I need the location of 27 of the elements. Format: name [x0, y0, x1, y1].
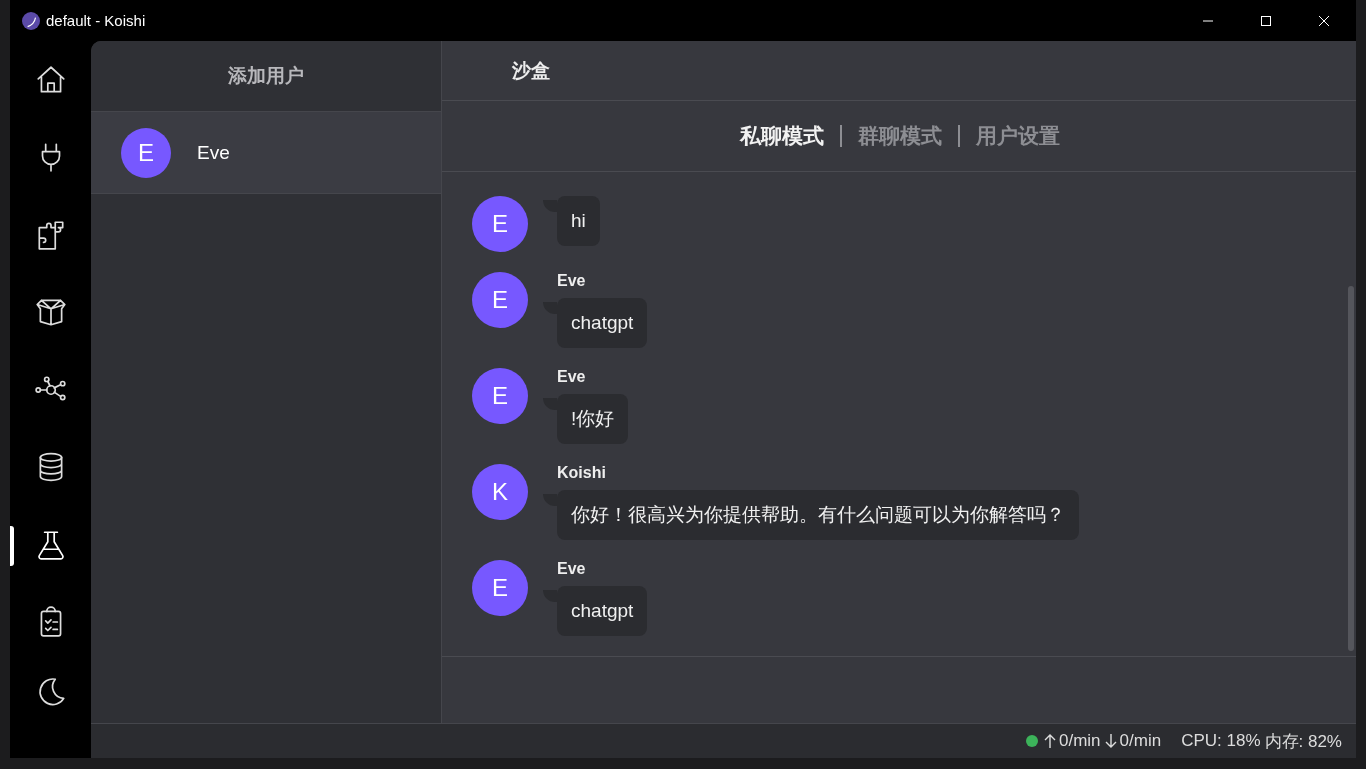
sent-rate: 0/min [1059, 731, 1101, 751]
mode-tab[interactable]: 私聊模式 [739, 122, 824, 150]
message-avatar: E [472, 196, 528, 252]
app-logo-icon [22, 11, 40, 30]
arrow-down-icon [1104, 733, 1117, 749]
window-title: default - Koishi [46, 12, 146, 29]
mode-tab[interactable]: 群聊模式 [857, 122, 942, 150]
scrollbar[interactable] [1348, 286, 1354, 651]
user-avatar: E [121, 127, 171, 178]
close-icon[interactable] [1318, 14, 1330, 27]
cpu-usage: CPU: 18% [1181, 731, 1261, 751]
memory-usage: 内存: 82% [1264, 730, 1342, 753]
sender-name: Koishi [557, 464, 606, 482]
arrow-up-icon [1044, 733, 1056, 749]
message-avatar: E [472, 272, 528, 328]
add-user-button[interactable]: 添加用户 [228, 63, 304, 89]
sender-name: Eve [557, 368, 586, 386]
sender-name: Eve [557, 272, 586, 290]
maximize-icon[interactable] [1260, 14, 1272, 27]
sender-name: Eve [557, 560, 586, 578]
user-list-item[interactable]: E Eve [91, 112, 441, 194]
mode-tab[interactable]: 用户设置 [975, 122, 1060, 150]
received-rate: 0/min [1119, 731, 1162, 751]
page-title: 沙盒 [512, 57, 550, 83]
message-avatar: E [472, 560, 528, 616]
message-avatar: E [472, 368, 528, 424]
message-avatar: K [472, 464, 528, 520]
